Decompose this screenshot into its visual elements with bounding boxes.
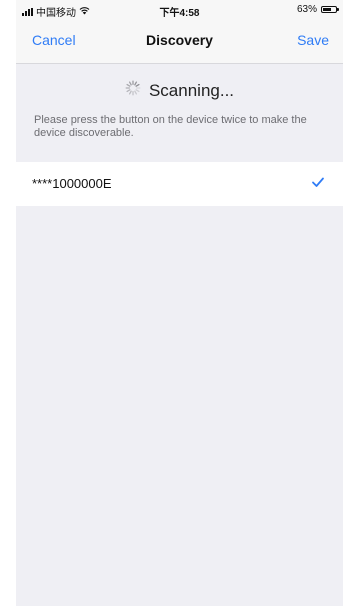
status-bar: 中国移动 下午4:58 63% <box>16 0 343 20</box>
scan-status-row: Scanning... <box>16 80 343 101</box>
page-title: Discovery <box>146 32 213 48</box>
status-right: 63% <box>296 4 339 15</box>
save-button[interactable]: Save <box>297 32 329 48</box>
status-time: 下午4:58 <box>159 8 200 19</box>
scan-hint: Please press the button on the device tw… <box>34 114 307 139</box>
device-list: ****1000000E <box>16 162 343 206</box>
phone-screen: 中国移动 下午4:58 63% Cancel Discovery Save Sc… <box>16 0 343 606</box>
device-name: ****1000000E <box>32 176 112 191</box>
navigation-bar: Cancel Discovery Save <box>16 20 343 64</box>
battery-percent: 63% <box>296 4 317 15</box>
battery-tip <box>337 8 339 11</box>
device-row[interactable]: ****1000000E <box>16 162 343 206</box>
activity-spinner-icon <box>125 80 141 101</box>
scan-status-section: Scanning... Please press the button on t… <box>16 64 343 162</box>
scan-title: Scanning... <box>148 80 235 100</box>
battery-icon <box>321 6 339 13</box>
battery-fill <box>323 8 331 11</box>
